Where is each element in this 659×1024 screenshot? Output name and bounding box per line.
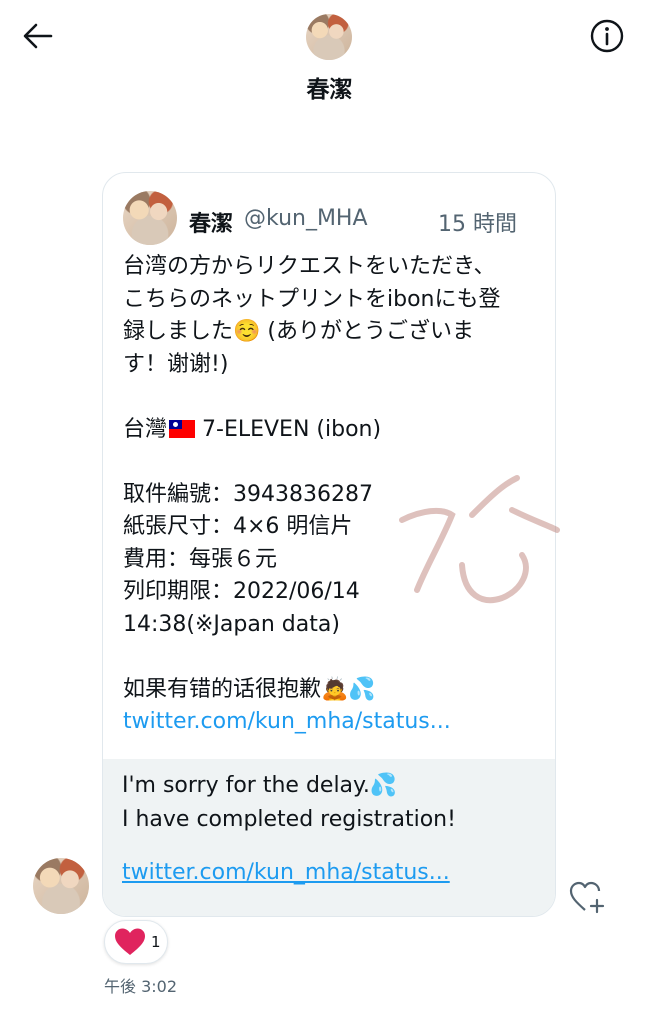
tweet-line: 如果有错的话很抱歉🙇💦 (123, 674, 543, 707)
reaction-count: 1 (151, 933, 161, 951)
conversation-title: 春潔 (306, 77, 353, 103)
tweet-line: 取件編號：3943836287 (123, 481, 373, 507)
back-button[interactable] (18, 18, 58, 54)
quoted-tweet-author-name: 春潔 (189, 212, 234, 237)
message-bubble[interactable]: 春潔 @kun_MHA 15 時間 台湾の方からリクエストをいただき、 こちらの… (102, 172, 556, 917)
react-button[interactable] (565, 875, 609, 919)
sweat-drops-emoji: 💦 (369, 773, 398, 798)
message-line: I'm sorry for the delay.💦 (122, 773, 398, 798)
tweet-line: 台灣 7-ELEVEN (ibon) (123, 416, 382, 442)
conversation-avatar[interactable] (306, 14, 352, 60)
reaction-badge[interactable]: 1 (104, 920, 168, 964)
quoted-tweet[interactable]: 春潔 @kun_MHA 15 時間 台湾の方からリクエストをいただき、 こちらの… (103, 173, 555, 759)
heart-plus-icon (569, 881, 605, 914)
tweet-line: 紙張尺寸：4×6 明信片 (123, 514, 353, 539)
taiwan-flag-icon (169, 419, 196, 438)
sender-avatar[interactable] (33, 858, 89, 914)
message-line: I have completed registration! (122, 807, 456, 832)
bowing-emoji: 🙇 (321, 676, 349, 702)
tweet-line: 録しました☺️ (ありがとうございま (123, 316, 543, 349)
sweat-drops-emoji: 💦 (348, 676, 376, 702)
quoted-tweet-link[interactable]: twitter.com/kun_mha/status... (123, 706, 543, 739)
quoted-tweet-avatar (123, 191, 177, 245)
info-icon (590, 19, 624, 53)
tweet-line: 台湾の方からリクエストをいただき、 (123, 254, 496, 279)
tweet-line: 列印期限：2022/06/14 (123, 579, 360, 604)
arrow-left-icon (23, 23, 53, 49)
heart-icon (115, 928, 145, 955)
tweet-line: 14:38(※Japan data) (123, 611, 340, 637)
tweet-line: 費用：每張６元 (123, 546, 278, 572)
smiling-face-emoji: ☺️ (233, 319, 261, 344)
message-link[interactable]: twitter.com/kun_mha/status... (122, 860, 450, 885)
message-timestamp: 午後 3:02 (104, 977, 178, 996)
info-button[interactable] (585, 16, 629, 56)
tweet-line: こちらのネットプリントをibonにも登 (123, 286, 501, 312)
tweet-line: す！谢谢!) (123, 351, 229, 377)
message-text-area: I'm sorry for the delay.💦 I have complet… (103, 759, 555, 916)
quoted-tweet-handle: @kun_MHA (244, 206, 368, 231)
quoted-tweet-text: 台湾の方からリクエストをいただき、 こちらのネットプリントをibonにも登 録し… (123, 251, 543, 739)
quoted-tweet-time: 15 時間 (438, 212, 517, 237)
